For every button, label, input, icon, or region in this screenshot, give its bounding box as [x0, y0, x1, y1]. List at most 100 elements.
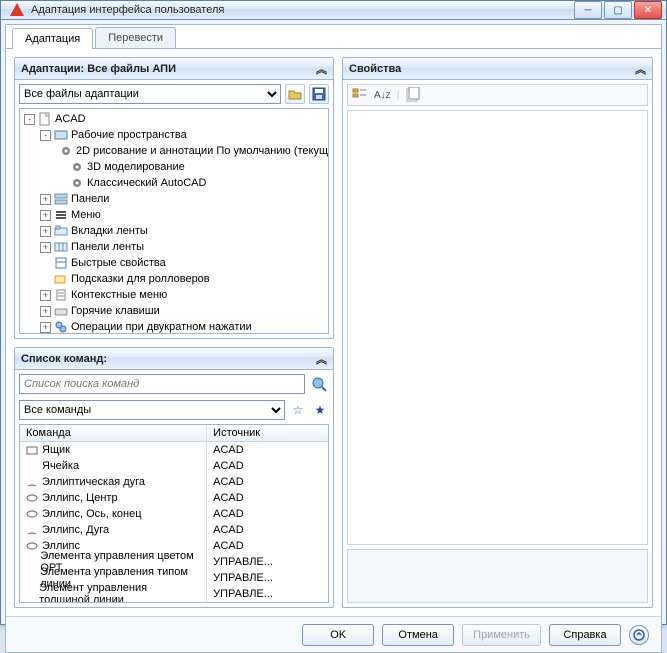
- maximize-button[interactable]: ▢: [604, 1, 632, 19]
- expand-icon[interactable]: +: [40, 242, 51, 253]
- adaptations-tree[interactable]: -ACAD-Рабочие пространства 2D рисование и…: [19, 108, 329, 334]
- tree-node[interactable]: 3D моделирование: [22, 159, 326, 175]
- command-source: ACAD: [207, 474, 328, 490]
- categorized-icon[interactable]: [352, 87, 368, 103]
- adaptations-panel-title: Адаптации: Все файлы АПИ: [21, 63, 176, 75]
- command-source: УПРАВЛЕ...: [207, 554, 328, 570]
- collapse-icon[interactable]: ︽: [316, 61, 327, 77]
- commands-panel-header[interactable]: Список команд: ︽: [15, 348, 333, 370]
- command-source: УПРАВЛЕ...: [207, 570, 328, 586]
- menu-icon: [54, 208, 68, 222]
- close-button[interactable]: ✕: [634, 1, 662, 19]
- tree-node-label: Вкладки ленты: [71, 225, 148, 237]
- properties-panel-title: Свойства: [349, 63, 401, 75]
- save-file-icon[interactable]: [309, 84, 329, 104]
- property-pages-icon[interactable]: [405, 87, 421, 103]
- adaptations-file-dropdown[interactable]: Все файлы адаптации: [19, 84, 281, 104]
- ell-icon: [26, 508, 42, 520]
- star-outline-icon[interactable]: ☆: [289, 401, 307, 419]
- column-command[interactable]: Команда: [20, 425, 207, 441]
- tab-translate[interactable]: Перевести: [95, 27, 176, 48]
- commands-panel: Список команд: ︽ Все команды: [14, 347, 334, 608]
- ell-icon: [26, 492, 42, 504]
- tree-node[interactable]: Классический AutoCAD: [22, 175, 326, 191]
- ok-button[interactable]: OK: [302, 624, 374, 646]
- tab-adaptation[interactable]: Адаптация: [12, 28, 93, 49]
- tree-node-label: Подсказки для ролловеров: [71, 273, 210, 285]
- tree-node[interactable]: + Вкладки ленты: [22, 223, 326, 239]
- properties-toolbar: A↓Z |: [347, 84, 648, 106]
- key-icon: [54, 304, 68, 318]
- open-file-icon[interactable]: [285, 84, 305, 104]
- collapse-icon[interactable]: ︽: [316, 351, 327, 367]
- command-row[interactable]: Ячейка ACAD: [20, 458, 328, 474]
- sort-az-icon[interactable]: A↓Z: [374, 90, 391, 101]
- properties-grid[interactable]: [347, 110, 648, 545]
- collapse-icon[interactable]: -: [40, 130, 51, 141]
- command-row[interactable]: ЯщикACAD: [20, 442, 328, 458]
- search-globe-icon[interactable]: [309, 374, 329, 394]
- context-help-icon[interactable]: [629, 625, 649, 645]
- commands-list[interactable]: Команда Источник ЯщикACADЯчейкаACADЭллип…: [19, 424, 329, 603]
- dialog-footer: OK Отмена Применить Справка: [6, 616, 661, 652]
- tree-node-label: 2D рисование и аннотации По умолчанию (т…: [76, 145, 329, 157]
- command-row[interactable]: Эллипс, ЦентрACAD: [20, 490, 328, 506]
- tree-node-label: Быстрые свойства: [71, 257, 166, 269]
- command-name: Ячейка: [42, 460, 79, 472]
- gear-icon: [70, 160, 84, 174]
- command-search-input[interactable]: [19, 374, 305, 394]
- tree-node-label: Контекстные меню: [71, 289, 167, 301]
- column-source[interactable]: Источник: [207, 425, 328, 441]
- tree-node[interactable]: + Панели: [22, 191, 326, 207]
- command-name: Ящик: [42, 444, 70, 456]
- tree-node[interactable]: + Горячие клавиши: [22, 303, 326, 319]
- command-category-dropdown[interactable]: Все команды: [19, 400, 285, 420]
- expand-icon[interactable]: +: [40, 194, 51, 205]
- properties-panel-header[interactable]: Свойства ︽: [343, 58, 652, 80]
- expand-icon[interactable]: +: [40, 322, 51, 333]
- tree-node[interactable]: +Меню: [22, 207, 326, 223]
- tree-node[interactable]: Быстрые свойства: [22, 255, 326, 271]
- apply-button[interactable]: Применить: [462, 624, 541, 646]
- tree-node-label: Панели: [71, 193, 109, 205]
- tree-node-label: Панели ленты: [71, 241, 144, 253]
- command-name: Элемент управления толщиной линии: [39, 582, 200, 602]
- expand-icon[interactable]: +: [40, 290, 51, 301]
- collapse-icon[interactable]: -: [24, 114, 35, 125]
- tree-node-label: Классический AutoCAD: [87, 177, 206, 189]
- tree-node[interactable]: Подсказки для ролловеров: [22, 271, 326, 287]
- command-row[interactable]: Элемент управления толщиной линииУПРАВЛЕ…: [20, 586, 328, 602]
- help-button[interactable]: Справка: [549, 624, 621, 646]
- arc-icon: [26, 476, 42, 488]
- expand-icon[interactable]: +: [40, 226, 51, 237]
- tree-node[interactable]: -ACAD: [22, 111, 326, 127]
- star-solid-icon[interactable]: ★: [311, 401, 329, 419]
- titlebar[interactable]: Адаптация интерфейса пользователя ─ ▢ ✕: [1, 1, 666, 20]
- minimize-button[interactable]: ─: [574, 1, 602, 19]
- tree-node[interactable]: -Рабочие пространства: [22, 127, 326, 143]
- ribtab-icon: [54, 224, 68, 238]
- command-source: ACAD: [207, 458, 328, 474]
- expand-icon[interactable]: +: [40, 210, 51, 221]
- adaptations-panel-header[interactable]: Адаптации: Все файлы АПИ ︽: [15, 58, 333, 80]
- command-row[interactable]: Эллипс, Ось, конецACAD: [20, 506, 328, 522]
- tree-node[interactable]: + Операции при двукратном нажатии: [22, 319, 326, 334]
- tree-node-label: 3D моделирование: [87, 161, 185, 173]
- tree-node[interactable]: + Панели ленты: [22, 239, 326, 255]
- tree-spacer: [40, 274, 51, 285]
- tree-spacer: [40, 258, 51, 269]
- tree-node[interactable]: + Контекстные меню: [22, 287, 326, 303]
- adaptations-panel: Адаптации: Все файлы АПИ ︽ Все файлы ада…: [14, 57, 334, 339]
- command-row[interactable]: Эллиптическая дугаACAD: [20, 474, 328, 490]
- client-area: Адаптация Перевести Адаптации: Все файлы…: [5, 24, 662, 653]
- collapse-icon[interactable]: ︽: [635, 61, 646, 77]
- window-title: Адаптация интерфейса пользователя: [31, 4, 574, 16]
- app-icon: [9, 2, 25, 18]
- tree-node-label: Операции при двукратном нажатии: [71, 321, 252, 333]
- main-window: Адаптация интерфейса пользователя ─ ▢ ✕ …: [0, 0, 667, 625]
- expand-icon[interactable]: +: [40, 306, 51, 317]
- cancel-button[interactable]: Отмена: [382, 624, 454, 646]
- tree-node[interactable]: 2D рисование и аннотации По умолчанию (т…: [22, 143, 326, 159]
- tree-node-label: Горячие клавиши: [71, 305, 160, 317]
- command-row[interactable]: Эллипс, ДугаACAD: [20, 522, 328, 538]
